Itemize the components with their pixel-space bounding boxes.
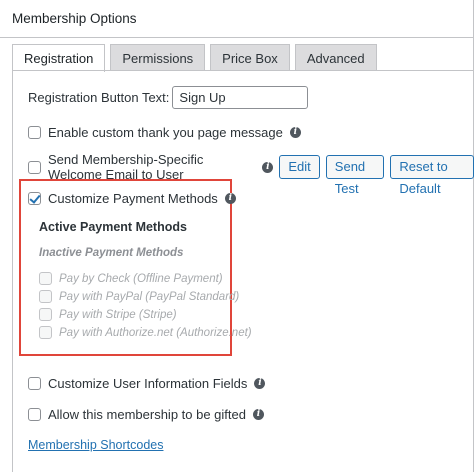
reset-to-default-button[interactable]: Reset to Default — [390, 155, 474, 196]
payment-method-label: Pay with PayPal (PayPal Standard) — [59, 290, 240, 303]
gifted-row: Allow this membership to be gifted i — [28, 407, 264, 422]
payment-method-label: Pay with Authorize.net (Authorize.net) — [59, 326, 252, 339]
customize-payment-row: Customize Payment Methods i — [28, 191, 236, 206]
info-icon[interactable]: i — [252, 409, 264, 420]
payment-method-checkbox[interactable] — [39, 308, 52, 321]
info-icon[interactable]: i — [262, 161, 274, 173]
registration-tab-content: Registration Button Text: Enable custom … — [12, 70, 474, 472]
payment-method-label: Pay by Check (Offline Payment) — [59, 272, 223, 285]
gifted-label: Allow this membership to be gifted — [48, 407, 246, 422]
membership-shortcodes-link[interactable]: Membership Shortcodes — [28, 438, 163, 452]
tab-permissions[interactable]: Permissions — [110, 44, 206, 71]
gifted-checkbox[interactable] — [28, 408, 41, 421]
customize-user-info-row: Customize User Information Fields i — [28, 376, 266, 391]
payment-method-item: Pay with Authorize.net (Authorize.net) — [39, 326, 252, 339]
tab-advanced[interactable]: Advanced — [294, 44, 377, 71]
info-icon[interactable]: i — [289, 127, 301, 138]
thank-you-row: Enable custom thank you page message i — [28, 125, 301, 140]
customize-payment-label: Customize Payment Methods — [48, 191, 218, 206]
info-icon[interactable]: i — [224, 193, 236, 204]
tab-price-box[interactable]: Price Box — [210, 44, 290, 71]
payment-method-item: Pay with Stripe (Stripe) — [39, 308, 177, 321]
customize-payment-checkbox[interactable] — [28, 192, 41, 205]
payment-method-label: Pay with Stripe (Stripe) — [59, 308, 177, 321]
panel-title: Membership Options — [0, 0, 473, 38]
edit-button[interactable]: Edit — [279, 155, 320, 179]
welcome-email-row: Send Membership-Specific Welcome Email t… — [28, 152, 474, 196]
payment-method-checkbox[interactable] — [39, 272, 52, 285]
thank-you-label: Enable custom thank you page message — [48, 125, 283, 140]
welcome-email-label: Send Membership-Specific Welcome Email t… — [48, 152, 204, 182]
welcome-email-checkbox[interactable] — [28, 160, 41, 174]
thank-you-checkbox[interactable] — [28, 126, 41, 139]
inactive-methods-heading: Inactive Payment Methods — [39, 247, 184, 259]
registration-button-text-row: Registration Button Text: — [28, 86, 309, 109]
active-methods-heading: Active Payment Methods — [39, 220, 187, 234]
tab-registration[interactable]: Registration — [12, 44, 106, 72]
payment-method-item: Pay with PayPal (PayPal Standard) — [39, 290, 239, 303]
payment-method-checkbox[interactable] — [39, 290, 52, 303]
customize-user-info-label: Customize User Information Fields — [48, 376, 248, 391]
payment-method-checkbox[interactable] — [39, 326, 52, 339]
tab-bar: Registration Permissions Price Box Advan… — [12, 44, 377, 72]
info-icon[interactable]: i — [254, 378, 266, 389]
registration-button-text-label: Registration Button Text: — [28, 90, 170, 105]
customize-user-info-checkbox[interactable] — [28, 377, 41, 390]
send-test-button[interactable]: Send Test — [325, 155, 385, 196]
registration-button-text-input[interactable] — [172, 86, 309, 109]
payment-method-item: Pay by Check (Offline Payment) — [39, 272, 223, 285]
membership-options-panel: Membership Options Registration Permissi… — [0, 0, 474, 472]
